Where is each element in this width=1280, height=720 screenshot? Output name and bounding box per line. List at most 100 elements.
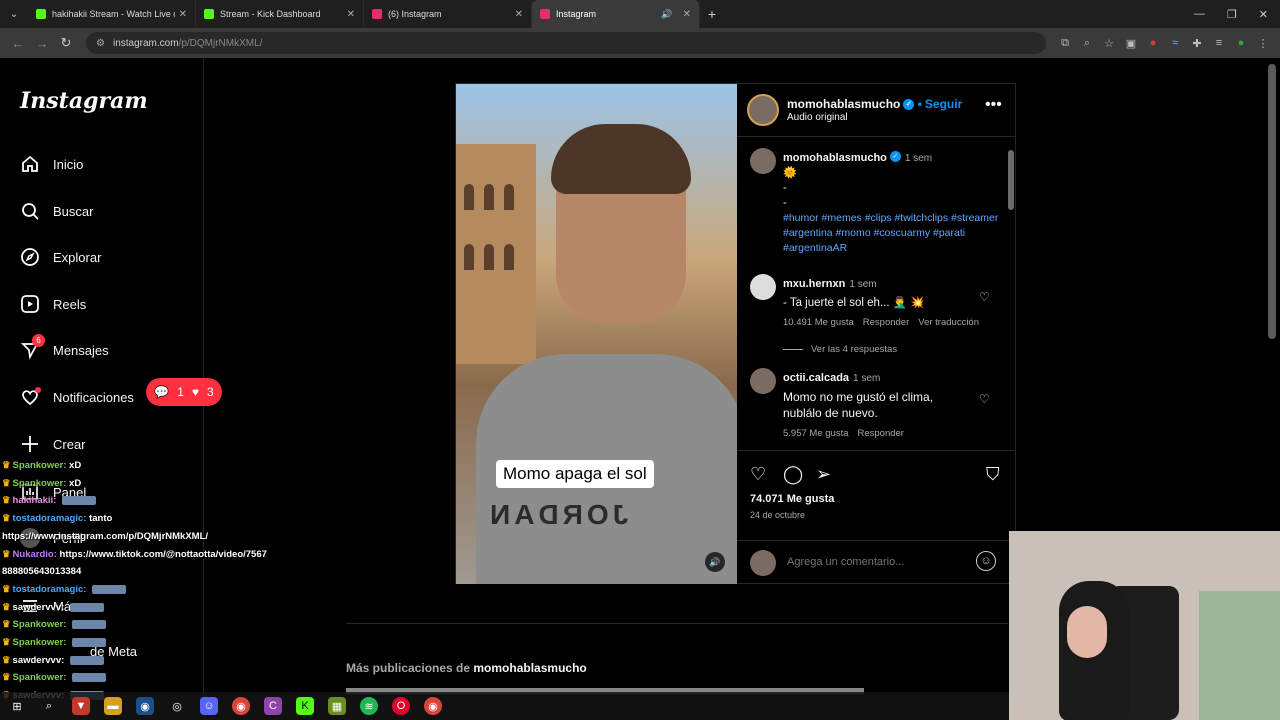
caption-hashtags[interactable]: #humor #memes #clips #twitchclips #strea… bbox=[783, 211, 1003, 256]
translate-button[interactable]: Ver traducción bbox=[918, 317, 979, 328]
more-options-icon[interactable]: ••• bbox=[985, 96, 1002, 114]
comment-likes[interactable]: 10.491 Me gusta bbox=[783, 317, 854, 328]
sidebar-item-crear[interactable]: Crear bbox=[20, 434, 86, 454]
more-posts-username[interactable]: momohablasmucho bbox=[473, 661, 586, 675]
chat-username[interactable]: Spankower: bbox=[13, 478, 67, 489]
comment-like-icon[interactable]: ♡ bbox=[979, 392, 990, 406]
reply-button[interactable]: Responder bbox=[863, 317, 909, 328]
minimize-icon[interactable]: — bbox=[1194, 8, 1205, 21]
brave-icon[interactable]: ▼ bbox=[72, 697, 90, 715]
emoji-icon[interactable]: ☺ bbox=[976, 551, 996, 571]
tab-search-icon[interactable]: ⌄ bbox=[0, 9, 28, 20]
save-bookmark-icon[interactable]: ⛉ bbox=[986, 464, 1000, 485]
install-icon[interactable]: ⧉ bbox=[1054, 37, 1076, 50]
chat-username[interactable]: Spankower: bbox=[13, 637, 67, 648]
tab-instagram-active[interactable]: Instagram 🔊 ✕ bbox=[532, 0, 700, 28]
page-scrollbar[interactable] bbox=[1268, 64, 1276, 339]
opera-icon[interactable]: O bbox=[392, 697, 410, 715]
discord-icon[interactable]: ☺ bbox=[200, 697, 218, 715]
chat-username[interactable]: sawdervvv: bbox=[13, 655, 65, 666]
close-tab-icon[interactable]: ✕ bbox=[515, 9, 523, 20]
share-icon[interactable]: ➢ bbox=[816, 464, 831, 485]
tab-kick-dashboard[interactable]: Stream - Kick Dashboard ✕ bbox=[196, 0, 364, 28]
spotify-icon[interactable]: ≋ bbox=[360, 697, 378, 715]
follow-button[interactable]: Seguir bbox=[925, 97, 962, 111]
puzzle-icon[interactable]: ✚ bbox=[1186, 37, 1208, 50]
caption-username[interactable]: momohablasmucho bbox=[783, 152, 887, 164]
comment-username[interactable]: mxu.hernxn bbox=[783, 278, 845, 290]
sidebar-item-inicio[interactable]: Inicio bbox=[20, 154, 83, 174]
author-avatar[interactable] bbox=[750, 148, 776, 174]
chat-username[interactable]: tostadoramagic: bbox=[13, 584, 87, 595]
commenter-avatar[interactable] bbox=[750, 274, 776, 300]
profile-avatar-icon[interactable]: ● bbox=[1230, 37, 1252, 49]
extension-icon[interactable]: ▣ bbox=[1120, 37, 1142, 50]
chat-username[interactable]: tostadoramagic: bbox=[13, 513, 87, 524]
address-bar[interactable]: ⚙ instagram.com/p/DQMjrNMkXML/ bbox=[86, 32, 1046, 54]
steam-icon[interactable]: ◉ bbox=[136, 697, 154, 715]
kick-icon[interactable]: K bbox=[296, 697, 314, 715]
reading-list-icon[interactable]: ≡ bbox=[1208, 37, 1230, 49]
windows-start-icon[interactable]: ⊞ bbox=[8, 697, 26, 715]
comment-username[interactable]: octii.calcada bbox=[783, 372, 849, 384]
close-tab-icon[interactable]: ✕ bbox=[347, 9, 355, 20]
chrome-icon[interactable]: ◉ bbox=[232, 697, 250, 715]
extension-red-icon[interactable]: ● bbox=[1142, 37, 1164, 49]
notification-pill[interactable]: 💬 1 ♥ 3 bbox=[146, 378, 222, 406]
chat-username[interactable]: Spankower: bbox=[13, 672, 67, 683]
file-explorer-icon[interactable]: ▬ bbox=[104, 697, 122, 715]
chat-username[interactable]: hakihakii: bbox=[13, 495, 57, 506]
close-window-icon[interactable]: ✕ bbox=[1259, 8, 1268, 21]
kick-favicon-icon bbox=[204, 9, 214, 19]
comments-list[interactable]: momohablasmucho ✓ 1 sem 🌞 - - #humor #meme… bbox=[737, 138, 1016, 451]
sidebar-item-mensajes[interactable]: 6 Mensajes bbox=[20, 334, 109, 360]
site-info-icon[interactable]: ⚙ bbox=[96, 38, 105, 49]
comment-icon[interactable]: ◯ bbox=[783, 464, 803, 485]
sidebar-item-buscar[interactable]: Buscar bbox=[20, 201, 93, 221]
mute-toggle-icon[interactable]: 🔊 bbox=[705, 552, 725, 572]
reel-video[interactable]: JORDAN Momo apaga el sol 🔊 bbox=[456, 84, 737, 584]
chat-username[interactable]: Spankower: bbox=[13, 460, 67, 471]
comment-likes[interactable]: 5.957 Me gusta bbox=[783, 428, 849, 439]
forward-icon[interactable]: → bbox=[30, 36, 54, 51]
zoom-icon[interactable]: ⌕ bbox=[1076, 37, 1098, 50]
commenter-avatar[interactable] bbox=[750, 368, 776, 394]
comments-scrollbar[interactable] bbox=[1008, 146, 1014, 450]
scroll-thumb[interactable] bbox=[1008, 150, 1014, 210]
view-replies-button[interactable]: Ver las 4 respuestas bbox=[811, 344, 897, 355]
bookmark-star-icon[interactable]: ☆ bbox=[1098, 37, 1120, 50]
reload-icon[interactable]: ↻ bbox=[54, 35, 78, 51]
sidebar-item-explorar[interactable]: Explorar bbox=[20, 247, 101, 267]
chat-username[interactable]: sawdervvv: bbox=[13, 602, 65, 613]
menu-dots-icon[interactable]: ⋮ bbox=[1252, 37, 1274, 50]
restore-icon[interactable]: ❐ bbox=[1227, 8, 1237, 21]
close-tab-icon[interactable]: ✕ bbox=[179, 9, 187, 20]
audio-link[interactable]: Audio original bbox=[787, 112, 848, 123]
close-tab-icon[interactable]: ✕ bbox=[683, 9, 691, 20]
instagram-logo[interactable]: Instagram bbox=[20, 88, 148, 114]
sidebar-item-reels[interactable]: Reels bbox=[20, 294, 86, 314]
new-tab-button[interactable]: + bbox=[700, 6, 724, 22]
chat-username[interactable]: Nukardio: bbox=[13, 549, 57, 560]
search-icon[interactable]: ⌕ bbox=[40, 697, 58, 715]
add-comment-input[interactable] bbox=[787, 556, 967, 568]
speaker-icon[interactable]: 🔊 bbox=[661, 9, 672, 20]
chat-username[interactable]: Spankower: bbox=[13, 619, 67, 630]
tab-kick-stream[interactable]: hakihakii Stream - Watch Live o ✕ bbox=[28, 0, 196, 28]
chrome-active-icon[interactable]: ◉ bbox=[424, 697, 442, 715]
obs-icon[interactable]: ◎ bbox=[168, 697, 186, 715]
app-c-icon[interactable]: C bbox=[264, 697, 282, 715]
chat-emote-icon bbox=[69, 602, 104, 612]
comment-like-icon[interactable]: ♡ bbox=[979, 290, 990, 304]
back-icon[interactable]: ← bbox=[6, 36, 30, 51]
likes-count[interactable]: 74.071 Me gusta bbox=[750, 493, 834, 505]
author-avatar[interactable] bbox=[747, 94, 779, 126]
sidebar-item-notificaciones[interactable]: Notificaciones bbox=[20, 387, 134, 407]
view-replies-row[interactable]: Ver las 4 respuestas bbox=[783, 344, 983, 355]
like-icon[interactable]: ♡ bbox=[750, 464, 766, 485]
tab-instagram-notifications[interactable]: (6) Instagram ✕ bbox=[364, 0, 532, 28]
author-username[interactable]: momohablasmucho bbox=[787, 97, 900, 111]
minecraft-icon[interactable]: ▦ bbox=[328, 697, 346, 715]
extension-translate-icon[interactable]: ≈ bbox=[1164, 37, 1186, 49]
reply-button[interactable]: Responder bbox=[858, 428, 904, 439]
